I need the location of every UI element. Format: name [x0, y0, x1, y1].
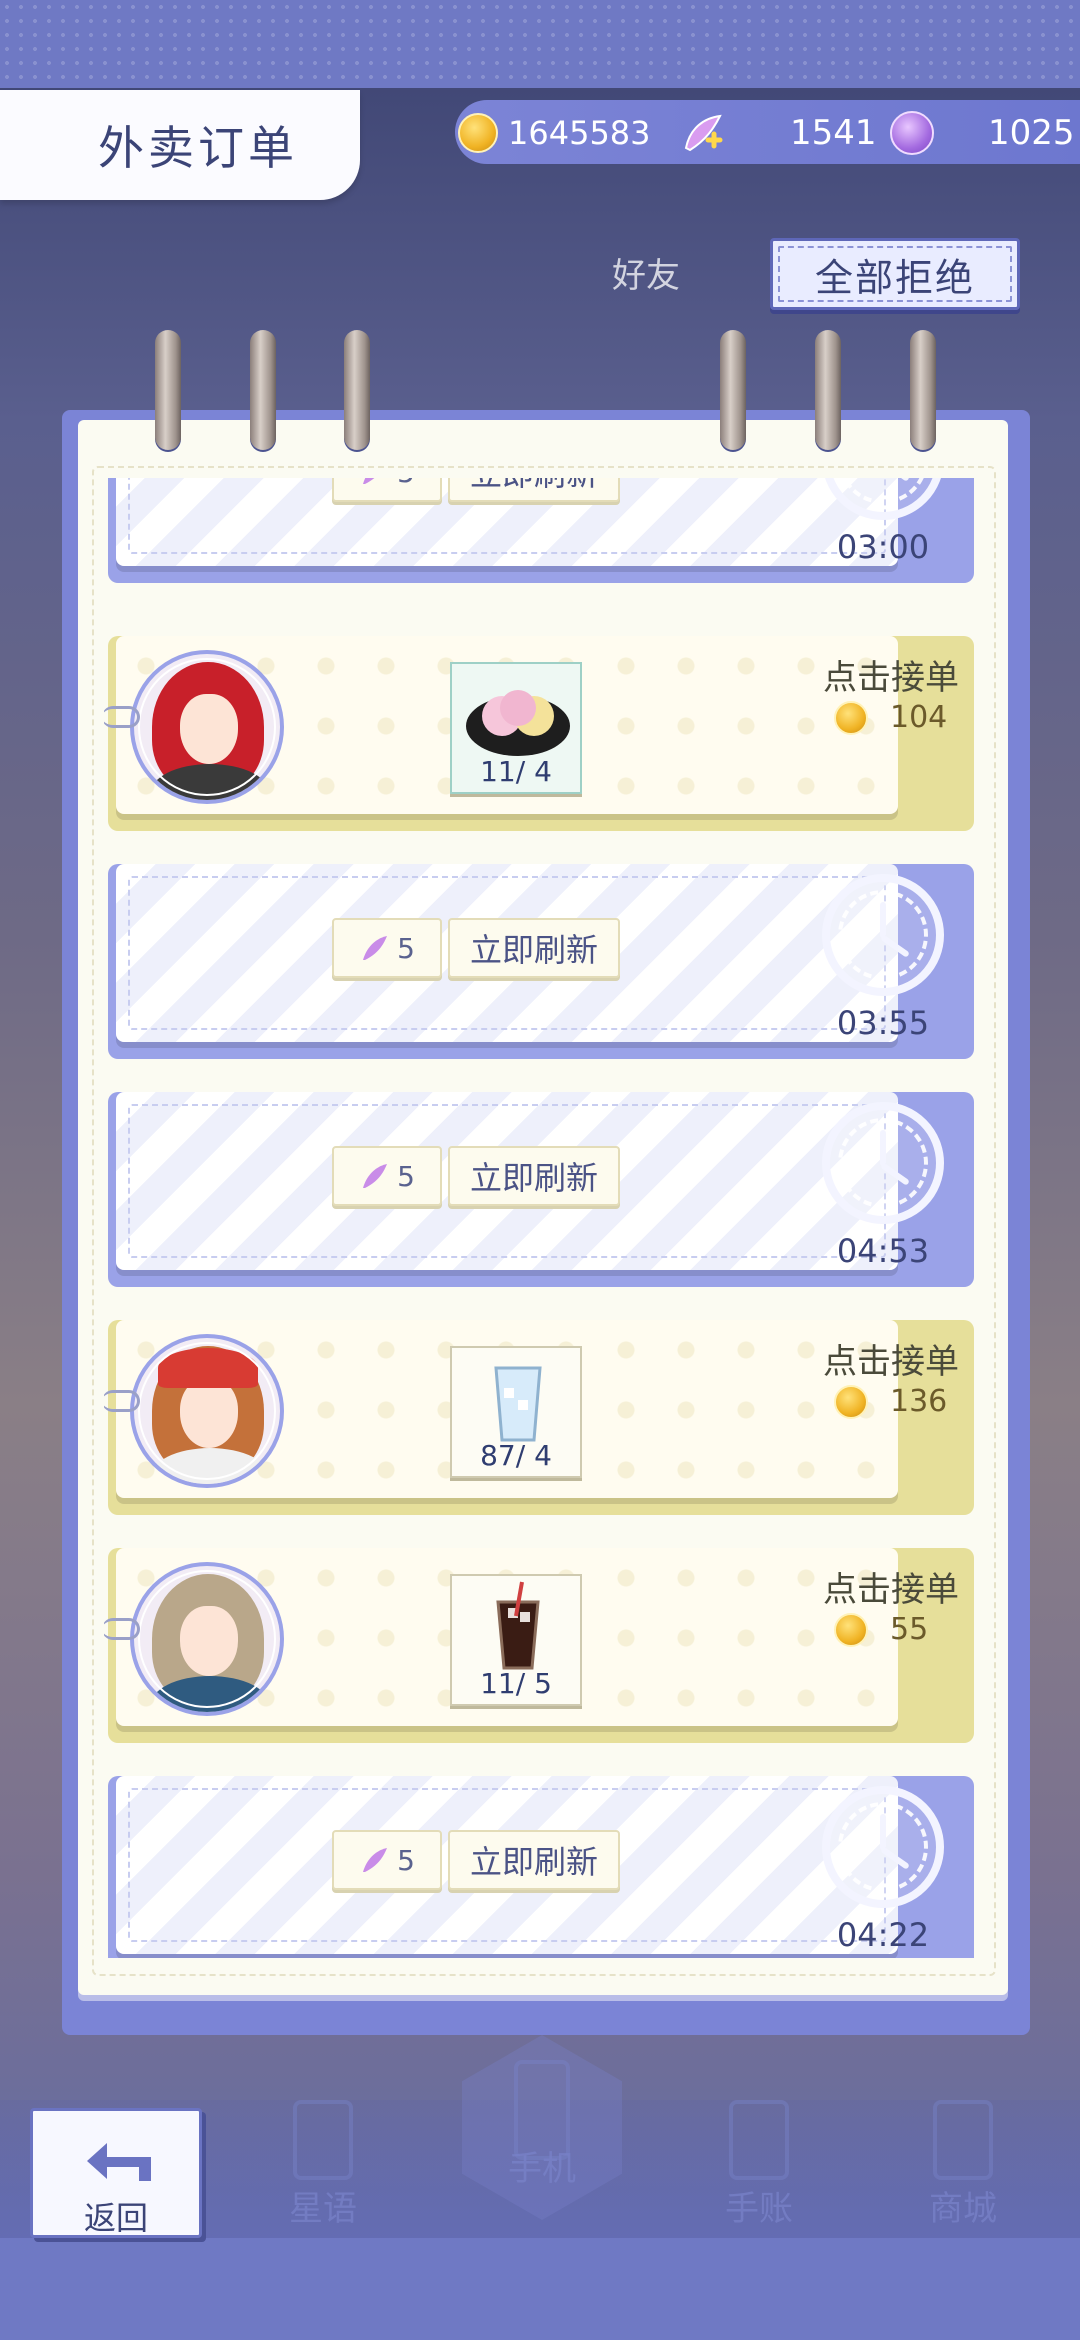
order-slot[interactable]: 87/ 4 点击接单 136 — [104, 1320, 974, 1520]
refresh-timer: 03:55 — [836, 1004, 930, 1042]
nav-shop-label: 商城 — [929, 2189, 997, 2229]
crystal-feather-icon — [363, 936, 388, 960]
paperclip-icon — [104, 1390, 140, 1412]
reject-all-label: 全部拒绝 — [814, 255, 975, 300]
accept-order-button[interactable]: 点击接单 — [808, 1334, 974, 1383]
iced-coffee-icon — [496, 1581, 540, 1670]
order-item-count: 87/ 4 — [480, 1439, 552, 1472]
order-item-box: 87/ 4 — [450, 1346, 582, 1478]
binder-ring — [720, 330, 746, 450]
reward-value: 55 — [890, 1612, 929, 1647]
reject-all-button[interactable]: 全部拒绝 — [770, 238, 1020, 310]
refresh-cost-value: 5 — [397, 1843, 415, 1877]
refresh-cost-value: 5 — [397, 1159, 415, 1193]
page-title: 外卖订单 — [98, 121, 298, 175]
binder-ring — [344, 330, 370, 450]
reward-value: 136 — [890, 1384, 948, 1419]
moon-coin-icon — [890, 111, 934, 155]
crystal-feather-icon — [363, 1164, 388, 1188]
bottom-bar — [0, 2238, 1080, 2340]
clock-icon — [822, 1786, 944, 1908]
nav-phone-label: 手机 — [508, 2149, 576, 2189]
crystal-counter[interactable]: 1541 — [680, 108, 877, 158]
accept-order-button[interactable]: 点击接单 — [808, 1562, 974, 1611]
mochi-icon — [466, 690, 570, 756]
refresh-timer: 04:53 — [836, 1232, 930, 1270]
gold-coin-icon — [834, 700, 868, 735]
customer-avatar — [130, 650, 284, 804]
gold-coin-icon — [834, 1384, 868, 1419]
nav-journal[interactable]: 手账 — [684, 2100, 834, 2230]
binder-ring — [250, 330, 276, 450]
order-item-count: 11/ 5 — [480, 1667, 552, 1700]
calendar-check-icon — [729, 2100, 789, 2180]
clock-icon — [822, 1102, 944, 1224]
gold-counter[interactable]: 1645583 — [458, 108, 651, 158]
crystal-feather-icon — [684, 114, 723, 152]
gold-coin-icon — [458, 113, 498, 153]
order-reward: 55 — [834, 1612, 928, 1647]
empty-order-slot: 5 立即刷新 04:22 — [108, 1776, 974, 1958]
crystal-feather-icon — [363, 1848, 388, 1872]
refresh-timer: 03:00 — [836, 528, 930, 566]
nav-shop[interactable]: 商城 — [888, 2100, 1038, 2230]
refresh-now-button[interactable]: 立即刷新 — [448, 1146, 620, 1206]
refresh-now-button[interactable]: 立即刷新 — [448, 918, 620, 978]
card-stack-icon — [293, 2100, 353, 2180]
binder-ring — [155, 330, 181, 450]
reward-value: 104 — [890, 700, 948, 735]
clock-icon — [822, 874, 944, 996]
crystal-feather-icon — [363, 478, 375, 484]
order-reward: 104 — [834, 700, 947, 735]
refresh-cost: 5 — [332, 1830, 442, 1890]
gold-value: 1645583 — [508, 114, 651, 152]
empty-order-slot: 5 立即刷新 04:53 — [108, 1092, 974, 1292]
refresh-now-button[interactable]: 立即刷新 — [448, 1830, 620, 1890]
refresh-cost: 5 — [332, 478, 442, 502]
refresh-now-label: 立即刷新 — [469, 1843, 598, 1881]
nav-xingyu-label: 星语 — [289, 2189, 357, 2229]
order-reward: 136 — [834, 1384, 947, 1419]
order-slot[interactable]: 11/ 4 点击接单 104 — [104, 636, 974, 836]
refresh-now-label: 立即刷新 — [469, 1159, 598, 1197]
empty-order-slot: 5 立即刷新 03:55 — [108, 864, 974, 1064]
customer-avatar — [130, 1334, 284, 1488]
friends-label: 好友 — [612, 256, 680, 296]
gold-coin-icon — [834, 1612, 868, 1647]
refresh-now-label: 立即刷新 — [470, 478, 598, 495]
refresh-cost-value: 5 — [397, 478, 415, 489]
refresh-cost: 5 — [332, 1146, 442, 1206]
binder-ring — [815, 330, 841, 450]
refresh-cost-value: 5 — [397, 931, 415, 965]
refresh-timer: 04:22 — [836, 1916, 930, 1954]
refresh-now-button[interactable]: 立即刷新 — [448, 478, 620, 502]
accept-order-button[interactable]: 点击接单 — [808, 650, 974, 699]
nav-phone[interactable]: 手机 — [467, 2060, 617, 2190]
back-button[interactable]: 返回 — [30, 2108, 202, 2238]
top-band — [0, 0, 1080, 88]
order-item-count: 11/ 4 — [480, 755, 552, 788]
order-slot[interactable]: 11/ 5 点击接单 55 — [104, 1548, 974, 1748]
water-glass-icon — [494, 1366, 542, 1442]
binder-ring — [910, 330, 936, 450]
star-value: 1025 — [988, 113, 1075, 153]
star-counter[interactable]: 1025 — [890, 108, 1075, 158]
empty-order-slot: 5 立即刷新 03:00 — [108, 478, 974, 588]
back-label: 返回 — [83, 2199, 148, 2237]
nav-xingyu[interactable]: 星语 — [248, 2100, 398, 2230]
back-arrow-icon — [87, 2143, 151, 2181]
order-item-box: 11/ 4 — [450, 662, 582, 794]
shop-bag-icon — [933, 2100, 993, 2180]
order-list[interactable]: 5 立即刷新 03:00 11/ 4 点击接单 104 — [104, 478, 974, 1958]
refresh-cost: 5 — [332, 918, 442, 978]
customer-avatar — [130, 1562, 284, 1716]
refresh-now-label: 立即刷新 — [469, 931, 598, 969]
crystal-value: 1541 — [790, 113, 877, 153]
paperclip-icon — [104, 1618, 140, 1640]
nav-journal-label: 手账 — [725, 2189, 793, 2229]
order-item-box: 11/ 5 — [450, 1574, 582, 1706]
paperclip-icon — [104, 706, 140, 728]
